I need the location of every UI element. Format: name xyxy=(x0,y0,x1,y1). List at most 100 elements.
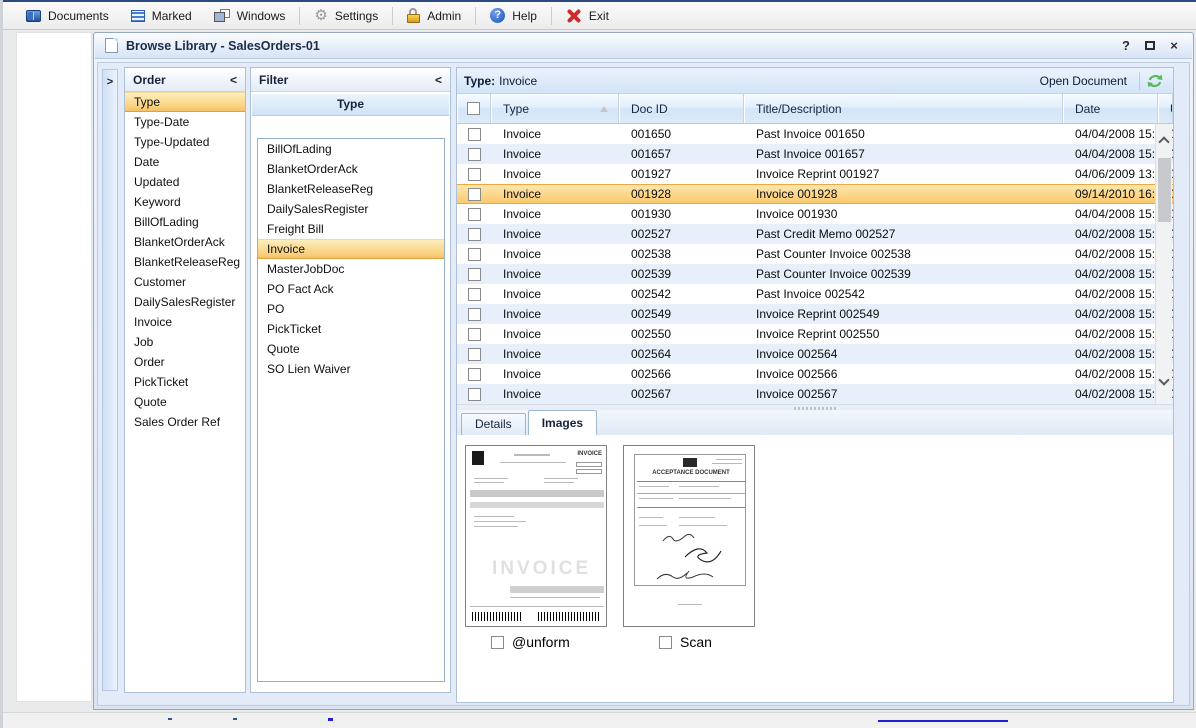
table-row[interactable]: Invoice 001657 Past Invoice 001657 04/04… xyxy=(457,144,1173,164)
filter-item[interactable]: Invoice xyxy=(258,239,444,259)
filter-item[interactable]: BlanketOrderAck xyxy=(258,159,444,179)
table-row[interactable]: Invoice 002566 Invoice 002566 04/02/2008… xyxy=(457,364,1173,384)
collapsed-panel-strip[interactable]: > xyxy=(102,69,118,691)
row-checkbox[interactable] xyxy=(468,148,481,161)
window-maximize-button[interactable] xyxy=(1142,38,1158,53)
results-panel: Type: Invoice Open Document Typ xyxy=(456,67,1174,703)
order-item[interactable]: BlanketReleaseReg xyxy=(125,252,245,272)
refresh-button[interactable] xyxy=(1144,71,1166,91)
scroll-down-icon[interactable] xyxy=(1158,374,1169,385)
filter-item[interactable]: Freight Bill xyxy=(258,219,444,239)
table-row[interactable]: Invoice 002527 Past Credit Memo 002527 0… xyxy=(457,224,1173,244)
invoice-logo xyxy=(472,451,484,465)
row-checkbox[interactable] xyxy=(468,128,481,141)
collapse-chevron-icon[interactable]: < xyxy=(230,73,237,87)
filter-item[interactable]: DailySalesRegister xyxy=(258,199,444,219)
order-item[interactable]: BlanketOrderAck xyxy=(125,232,245,252)
table-row[interactable]: Invoice 001927 Invoice Reprint 001927 04… xyxy=(457,164,1173,184)
table-row[interactable]: Invoice 002567 Invoice 002567 04/02/2008… xyxy=(457,384,1173,404)
marked-button[interactable]: Marked xyxy=(120,6,203,26)
table-row[interactable]: Invoice 002539 Past Counter Invoice 0025… xyxy=(457,264,1173,284)
row-checkbox[interactable] xyxy=(468,328,481,341)
row-checkbox[interactable] xyxy=(468,268,481,281)
order-item[interactable]: Customer xyxy=(125,272,245,292)
row-checkbox[interactable] xyxy=(468,208,481,221)
order-item[interactable]: Sales Order Ref xyxy=(125,412,245,432)
tab-images[interactable]: Images xyxy=(528,410,597,435)
table-row[interactable]: Invoice 002564 Invoice 002564 04/02/2008… xyxy=(457,344,1173,364)
column-header-doc-id[interactable]: Doc ID xyxy=(619,94,744,123)
row-checkbox[interactable] xyxy=(468,228,481,241)
row-checkbox[interactable] xyxy=(468,388,481,401)
settings-button[interactable]: ⚙ Settings xyxy=(303,5,389,26)
order-item[interactable]: Job xyxy=(125,332,245,352)
row-checkbox[interactable] xyxy=(468,308,481,321)
order-item[interactable]: DailySalesRegister xyxy=(125,292,245,312)
row-checkbox[interactable] xyxy=(468,248,481,261)
vertical-scrollbar[interactable] xyxy=(1155,124,1172,404)
scrollbar-thumb[interactable] xyxy=(1158,158,1171,222)
table-row[interactable]: Invoice 001930 Invoice 001930 04/04/2008… xyxy=(457,204,1173,224)
collapse-chevron-icon[interactable]: < xyxy=(435,73,442,87)
invoice-thumbnail[interactable]: INVOICE INVOICE xyxy=(465,445,607,627)
order-item[interactable]: Type-Updated xyxy=(125,132,245,152)
scan-thumbnail[interactable]: ACCEPTANCE DOCUMENT xyxy=(623,445,755,627)
order-item[interactable]: Keyword xyxy=(125,192,245,212)
order-item[interactable]: Type xyxy=(125,92,245,112)
table-row[interactable]: Invoice 002549 Invoice Reprint 002549 04… xyxy=(457,304,1173,324)
detail-tabs-bar: Details Images xyxy=(457,410,1173,436)
cell-type: Invoice xyxy=(491,247,619,261)
order-item[interactable]: Order xyxy=(125,352,245,372)
column-header-date[interactable]: Date xyxy=(1063,94,1158,123)
open-document-button[interactable]: Open Document xyxy=(1032,72,1135,90)
row-checkbox[interactable] xyxy=(468,188,481,201)
window-help-button[interactable]: ? xyxy=(1118,38,1134,53)
order-item[interactable]: Date xyxy=(125,152,245,172)
order-item[interactable]: Updated xyxy=(125,172,245,192)
order-item[interactable]: BillOfLading xyxy=(125,212,245,232)
filter-item[interactable]: BlanketReleaseReg xyxy=(258,179,444,199)
windows-button[interactable]: Windows xyxy=(203,6,297,26)
filter-item[interactable]: SO Lien Waiver xyxy=(258,359,444,379)
table-row[interactable]: Invoice 001928 Invoice 001928 09/14/2010… xyxy=(457,184,1173,204)
column-header-title[interactable]: Title/Description xyxy=(744,94,1063,123)
filter-item[interactable]: MasterJobDoc xyxy=(258,259,444,279)
column-header-updated[interactable]: Updated xyxy=(1158,94,1173,123)
row-checkbox[interactable] xyxy=(468,288,481,301)
scroll-up-icon[interactable] xyxy=(1158,136,1169,147)
row-checkbox[interactable] xyxy=(468,368,481,381)
table-row[interactable]: Invoice 002538 Past Counter Invoice 0025… xyxy=(457,244,1173,264)
exit-button[interactable]: Exit xyxy=(555,5,620,27)
window-close-button[interactable]: × xyxy=(1166,38,1182,53)
row-checkbox[interactable] xyxy=(468,168,481,181)
scan-checkbox[interactable] xyxy=(659,636,672,649)
order-item[interactable]: Quote xyxy=(125,392,245,412)
column-header-type[interactable]: Type xyxy=(491,94,619,123)
filter-item[interactable]: PO xyxy=(258,299,444,319)
cell-doc-id: 002567 xyxy=(619,387,744,401)
filter-item[interactable]: BillOfLading xyxy=(258,139,444,159)
refresh-icon xyxy=(1146,73,1164,89)
table-row[interactable]: Invoice 002550 Invoice Reprint 002550 04… xyxy=(457,324,1173,344)
row-checkbox[interactable] xyxy=(468,348,481,361)
filter-item[interactable]: PickTicket xyxy=(258,319,444,339)
order-item[interactable]: PickTicket xyxy=(125,372,245,392)
order-panel-title: Order xyxy=(133,73,166,87)
help-button[interactable]: ? Help xyxy=(479,5,548,26)
order-item[interactable]: Invoice xyxy=(125,312,245,332)
window-titlebar[interactable]: Browse Library - SalesOrders-01 ? × xyxy=(95,33,1192,59)
admin-button[interactable]: Admin xyxy=(396,5,472,26)
table-row[interactable]: Invoice 002542 Past Invoice 002542 04/02… xyxy=(457,284,1173,304)
documents-button[interactable]: Documents xyxy=(15,6,120,26)
select-all-checkbox[interactable] xyxy=(467,102,480,115)
order-item[interactable]: Type-Date xyxy=(125,112,245,132)
unform-checkbox[interactable] xyxy=(491,636,504,649)
filter-panel-header: Filter < xyxy=(251,68,450,92)
filter-item[interactable]: Quote xyxy=(258,339,444,359)
table-row[interactable]: Invoice 001650 Past Invoice 001650 04/04… xyxy=(457,124,1173,144)
filter-tab-type[interactable]: Type xyxy=(252,94,449,116)
horizontal-splitter[interactable] xyxy=(457,404,1173,410)
tab-details[interactable]: Details xyxy=(461,413,526,435)
scan-label: Scan xyxy=(680,634,712,650)
filter-item[interactable]: PO Fact Ack xyxy=(258,279,444,299)
